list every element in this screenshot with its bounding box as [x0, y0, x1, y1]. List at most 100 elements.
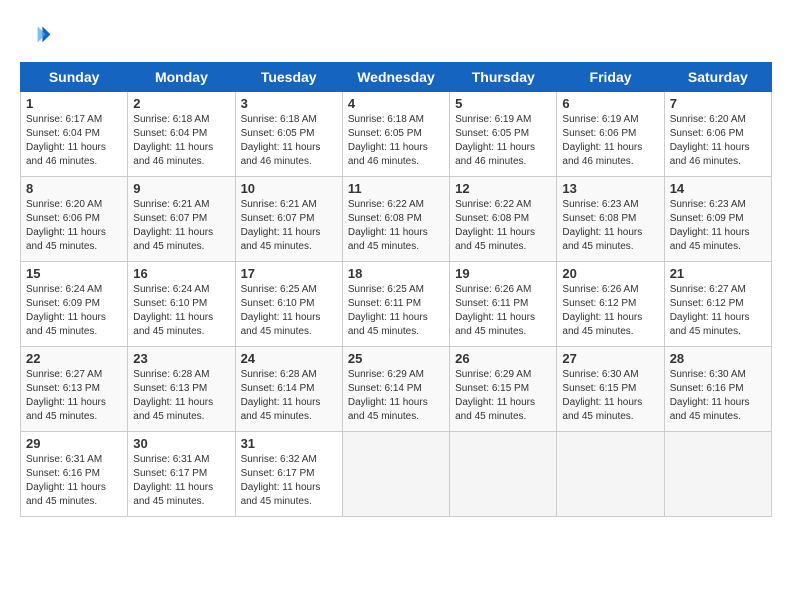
day-number: 15 [26, 266, 122, 281]
calendar-day-cell: 2 Sunrise: 6:18 AMSunset: 6:04 PMDaylight… [128, 92, 235, 177]
calendar-day-cell: 30 Sunrise: 6:31 AMSunset: 6:17 PMDayligh… [128, 432, 235, 517]
day-number: 18 [348, 266, 444, 281]
day-number: 6 [562, 96, 658, 111]
day-number: 29 [26, 436, 122, 451]
day-info: Sunrise: 6:29 AMSunset: 6:14 PMDaylight:… [348, 368, 444, 424]
day-info: Sunrise: 6:19 AMSunset: 6:06 PMDaylight:… [562, 113, 658, 169]
day-number: 12 [455, 181, 551, 196]
day-number: 7 [670, 96, 766, 111]
calendar-header-monday: Monday [128, 63, 235, 92]
day-number: 20 [562, 266, 658, 281]
day-info: Sunrise: 6:26 AMSunset: 6:12 PMDaylight:… [562, 283, 658, 339]
day-info: Sunrise: 6:21 AMSunset: 6:07 PMDaylight:… [133, 198, 229, 254]
day-info: Sunrise: 6:27 AMSunset: 6:12 PMDaylight:… [670, 283, 766, 339]
calendar-day-cell: 1Sunrise: 6:17 AMSunset: 6:04 PMDaylight… [21, 92, 128, 177]
day-number: 13 [562, 181, 658, 196]
calendar-day-cell: 31 Sunrise: 6:32 AMSunset: 6:17 PMDayligh… [235, 432, 342, 517]
day-number: 30 [133, 436, 229, 451]
day-number: 27 [562, 351, 658, 366]
day-number: 2 [133, 96, 229, 111]
calendar-day-cell: 21 Sunrise: 6:27 AMSunset: 6:12 PMDayligh… [664, 262, 771, 347]
day-info: Sunrise: 6:21 AMSunset: 6:07 PMDaylight:… [241, 198, 337, 254]
day-info: Sunrise: 6:18 AMSunset: 6:05 PMDaylight:… [348, 113, 444, 169]
calendar-day-cell: 6 Sunrise: 6:19 AMSunset: 6:06 PMDaylight… [557, 92, 664, 177]
calendar-day-cell: 19Sunrise: 6:26 AMSunset: 6:11 PMDayligh… [450, 262, 557, 347]
day-info: Sunrise: 6:27 AMSunset: 6:13 PMDaylight:… [26, 368, 122, 424]
calendar-day-cell [557, 432, 664, 517]
calendar-day-cell: 28 Sunrise: 6:30 AMSunset: 6:16 PMDayligh… [664, 347, 771, 432]
calendar-day-cell: 12 Sunrise: 6:22 AMSunset: 6:08 PMDayligh… [450, 177, 557, 262]
day-number: 4 [348, 96, 444, 111]
calendar-day-cell: 16Sunrise: 6:24 AMSunset: 6:10 PMDayligh… [128, 262, 235, 347]
day-info: Sunrise: 6:32 AMSunset: 6:17 PMDaylight:… [241, 453, 337, 509]
calendar-header-tuesday: Tuesday [235, 63, 342, 92]
day-number: 31 [241, 436, 337, 451]
day-number: 5 [455, 96, 551, 111]
day-number: 14 [670, 181, 766, 196]
logo-icon [20, 20, 52, 52]
day-info: Sunrise: 6:28 AMSunset: 6:14 PMDaylight:… [241, 368, 337, 424]
calendar-day-cell: 27 Sunrise: 6:30 AMSunset: 6:15 PMDayligh… [557, 347, 664, 432]
calendar-day-cell: 14 Sunrise: 6:23 AMSunset: 6:09 PMDayligh… [664, 177, 771, 262]
day-info: Sunrise: 6:22 AMSunset: 6:08 PMDaylight:… [348, 198, 444, 254]
calendar-day-cell: 5 Sunrise: 6:19 AMSunset: 6:05 PMDaylight… [450, 92, 557, 177]
calendar-day-cell: 4 Sunrise: 6:18 AMSunset: 6:05 PMDaylight… [342, 92, 449, 177]
calendar-day-cell: 3Sunrise: 6:18 AMSunset: 6:05 PMDaylight… [235, 92, 342, 177]
day-info: Sunrise: 6:31 AMSunset: 6:17 PMDaylight:… [133, 453, 229, 509]
calendar-day-cell: 23Sunrise: 6:28 AMSunset: 6:13 PMDayligh… [128, 347, 235, 432]
calendar-day-cell: 18Sunrise: 6:25 AMSunset: 6:11 PMDayligh… [342, 262, 449, 347]
calendar-day-cell: 13Sunrise: 6:23 AMSunset: 6:08 PMDayligh… [557, 177, 664, 262]
day-number: 21 [670, 266, 766, 281]
calendar-day-cell [664, 432, 771, 517]
day-info: Sunrise: 6:26 AMSunset: 6:11 PMDaylight:… [455, 283, 551, 339]
calendar-day-cell: 9 Sunrise: 6:21 AMSunset: 6:07 PMDaylight… [128, 177, 235, 262]
calendar-header-wednesday: Wednesday [342, 63, 449, 92]
calendar-header-thursday: Thursday [450, 63, 557, 92]
calendar-day-cell: 26Sunrise: 6:29 AMSunset: 6:15 PMDayligh… [450, 347, 557, 432]
calendar-header-row: SundayMondayTuesdayWednesdayThursdayFrid… [21, 63, 772, 92]
day-info: Sunrise: 6:30 AMSunset: 6:15 PMDaylight:… [562, 368, 658, 424]
day-info: Sunrise: 6:31 AMSunset: 6:16 PMDaylight:… [26, 453, 122, 509]
calendar-header-friday: Friday [557, 63, 664, 92]
calendar-week-row: 1Sunrise: 6:17 AMSunset: 6:04 PMDaylight… [21, 92, 772, 177]
day-number: 22 [26, 351, 122, 366]
calendar-day-cell: 24Sunrise: 6:28 AMSunset: 6:14 PMDayligh… [235, 347, 342, 432]
day-number: 9 [133, 181, 229, 196]
day-number: 26 [455, 351, 551, 366]
calendar-table: SundayMondayTuesdayWednesdayThursdayFrid… [20, 62, 772, 517]
calendar-week-row: 8 Sunrise: 6:20 AMSunset: 6:06 PMDaylight… [21, 177, 772, 262]
calendar-day-cell: 29 Sunrise: 6:31 AMSunset: 6:16 PMDayligh… [21, 432, 128, 517]
calendar-day-cell: 10Sunrise: 6:21 AMSunset: 6:07 PMDayligh… [235, 177, 342, 262]
day-info: Sunrise: 6:19 AMSunset: 6:05 PMDaylight:… [455, 113, 551, 169]
calendar-week-row: 15 Sunrise: 6:24 AMSunset: 6:09 PMDayligh… [21, 262, 772, 347]
day-info: Sunrise: 6:18 AMSunset: 6:04 PMDaylight:… [133, 113, 229, 169]
day-number: 8 [26, 181, 122, 196]
logo [20, 20, 56, 52]
day-number: 3 [241, 96, 337, 111]
calendar-day-cell: 17 Sunrise: 6:25 AMSunset: 6:10 PMDayligh… [235, 262, 342, 347]
calendar-header-saturday: Saturday [664, 63, 771, 92]
day-number: 28 [670, 351, 766, 366]
day-info: Sunrise: 6:23 AMSunset: 6:09 PMDaylight:… [670, 198, 766, 254]
day-number: 17 [241, 266, 337, 281]
day-info: Sunrise: 6:30 AMSunset: 6:16 PMDaylight:… [670, 368, 766, 424]
day-info: Sunrise: 6:22 AMSunset: 6:08 PMDaylight:… [455, 198, 551, 254]
calendar-day-cell: 20 Sunrise: 6:26 AMSunset: 6:12 PMDayligh… [557, 262, 664, 347]
day-info: Sunrise: 6:20 AMSunset: 6:06 PMDaylight:… [26, 198, 122, 254]
day-number: 23 [133, 351, 229, 366]
day-info: Sunrise: 6:17 AMSunset: 6:04 PMDaylight:… [26, 113, 122, 169]
day-info: Sunrise: 6:24 AMSunset: 6:09 PMDaylight:… [26, 283, 122, 339]
day-number: 11 [348, 181, 444, 196]
day-info: Sunrise: 6:24 AMSunset: 6:10 PMDaylight:… [133, 283, 229, 339]
calendar-week-row: 22 Sunrise: 6:27 AMSunset: 6:13 PMDayligh… [21, 347, 772, 432]
day-number: 25 [348, 351, 444, 366]
calendar-day-cell: 7Sunrise: 6:20 AMSunset: 6:06 PMDaylight… [664, 92, 771, 177]
day-info: Sunrise: 6:25 AMSunset: 6:10 PMDaylight:… [241, 283, 337, 339]
header [20, 20, 772, 52]
calendar-week-row: 29 Sunrise: 6:31 AMSunset: 6:16 PMDayligh… [21, 432, 772, 517]
calendar-day-cell: 25 Sunrise: 6:29 AMSunset: 6:14 PMDayligh… [342, 347, 449, 432]
calendar-day-cell: 11 Sunrise: 6:22 AMSunset: 6:08 PMDayligh… [342, 177, 449, 262]
page: SundayMondayTuesdayWednesdayThursdayFrid… [0, 0, 792, 612]
calendar-day-cell [450, 432, 557, 517]
calendar-day-cell [342, 432, 449, 517]
